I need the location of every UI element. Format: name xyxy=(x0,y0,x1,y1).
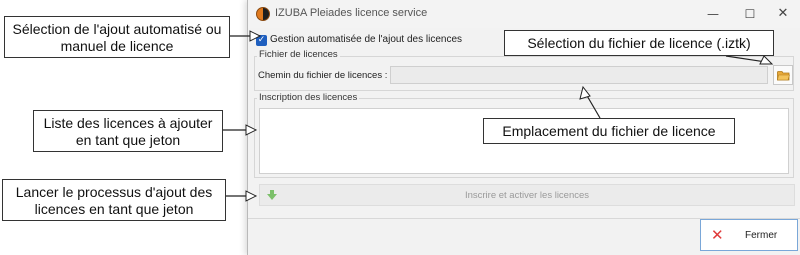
close-button-label: Fermer xyxy=(745,230,778,241)
license-path-label: Chemin du fichier de licences : xyxy=(258,70,388,81)
close-button[interactable]: ✕ Fermer xyxy=(700,219,798,251)
close-window-button[interactable]: ✕ xyxy=(768,4,798,24)
callout-file-select: Sélection du fichier de licence (.iztk) xyxy=(504,30,774,56)
register-button-label: Inscrire et activer les licences xyxy=(464,190,590,201)
folder-icon xyxy=(777,71,790,81)
license-file-group-title: Fichier de licences xyxy=(257,49,340,60)
red-x-icon: ✕ xyxy=(711,226,724,244)
app-logo-icon xyxy=(256,7,270,21)
window-title: IZUBA Pleiades licence service xyxy=(275,7,428,19)
callout-license-list: Liste des licences à ajouter en tant que… xyxy=(33,110,223,152)
auto-manage-checkbox[interactable]: ✓ xyxy=(256,35,267,46)
auto-manage-label[interactable]: Gestion automatisée de l'ajout des licen… xyxy=(270,34,462,45)
register-activate-licenses-button[interactable]: Inscrire et activer les licences xyxy=(259,184,795,206)
license-registration-group-title: Inscription des licences xyxy=(257,92,360,103)
license-path-field[interactable] xyxy=(390,66,768,84)
callout-add-process: Lancer le processus d'ajout des licences… xyxy=(2,179,226,221)
maximize-button[interactable]: ☐ xyxy=(735,4,765,24)
callout-file-location: Emplacement du fichier de licence xyxy=(483,118,735,144)
callout-auto-select: Sélection de l'ajout automatisé ou manue… xyxy=(4,16,230,58)
title-bar: IZUBA Pleiades licence service — ☐ ✕ xyxy=(248,0,800,28)
browse-license-file-button[interactable] xyxy=(773,65,793,85)
minimize-button[interactable]: — xyxy=(698,4,728,24)
